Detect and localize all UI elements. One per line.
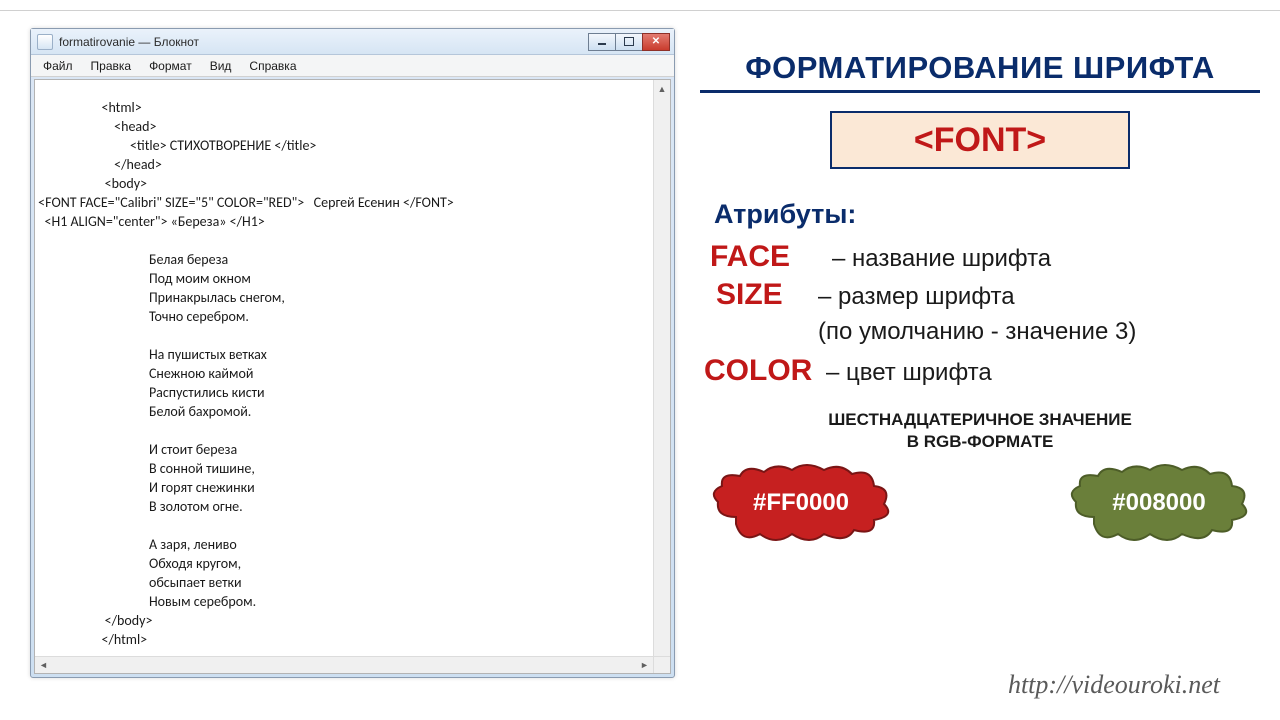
font-tag-box: <FONT> <box>830 111 1130 169</box>
attr-face-name: FACE <box>710 240 820 274</box>
menu-file[interactable]: Файл <box>35 57 81 75</box>
attr-color-name: COLOR <box>704 354 814 388</box>
cloud-red: #FF0000 <box>706 462 896 544</box>
close-button[interactable] <box>642 33 670 51</box>
attr-face-desc: – название шрифта <box>832 245 1051 273</box>
vertical-scrollbar[interactable]: ▲ <box>653 80 670 656</box>
maximize-button[interactable] <box>615 33 643 51</box>
menu-bar: Файл Правка Формат Вид Справка <box>31 55 674 77</box>
menu-view[interactable]: Вид <box>202 57 240 75</box>
menu-edit[interactable]: Правка <box>83 57 140 75</box>
attributes-title: Атрибуты: <box>714 199 1260 230</box>
horizontal-scrollbar[interactable]: ◄ ► <box>35 656 653 673</box>
minimize-button[interactable] <box>588 33 616 51</box>
right-panel: ФОРМАТИРОВАНИЕ ШРИФТА <FONT> Атрибуты: F… <box>700 50 1260 544</box>
notepad-window: formatirovanie — Блокнот Файл Правка Фор… <box>30 28 675 678</box>
menu-format[interactable]: Формат <box>141 57 200 75</box>
attr-size-row: SIZE – размер шрифта <box>716 278 1260 312</box>
scroll-right-icon[interactable]: ► <box>636 657 653 673</box>
menu-help[interactable]: Справка <box>241 57 304 75</box>
color-clouds: #FF0000 #008000 <box>700 462 1260 544</box>
attr-size-name: SIZE <box>716 278 806 312</box>
hex-title-1: ШЕСТНАДЦАТЕРИЧНОЕ ЗНАЧЕНИЕ <box>700 410 1260 430</box>
scroll-up-icon[interactable]: ▲ <box>654 80 670 97</box>
footer-url: http://videouroki.net <box>1008 670 1220 700</box>
cloud-green: #008000 <box>1064 462 1254 544</box>
heading-underline <box>700 90 1260 93</box>
editor-text[interactable]: <html> <head> <title> СТИХОТВОРЕНИЕ </ti… <box>35 80 653 656</box>
attr-size-desc: – размер шрифта <box>818 283 1015 311</box>
attr-face-row: FACE – название шрифта <box>710 240 1260 274</box>
attr-color-desc: – цвет шрифта <box>826 359 992 387</box>
scroll-corner <box>653 656 670 673</box>
notepad-icon <box>37 34 53 50</box>
page-heading: ФОРМАТИРОВАНИЕ ШРИФТА <box>700 50 1260 86</box>
scroll-left-icon[interactable]: ◄ <box>35 657 52 673</box>
attr-color-row: COLOR – цвет шрифта <box>704 354 1260 388</box>
title-bar: formatirovanie — Блокнот <box>31 29 674 55</box>
window-title: formatirovanie — Блокнот <box>59 35 589 49</box>
cloud-green-label: #008000 <box>1064 462 1254 544</box>
editor-area: <html> <head> <title> СТИХОТВОРЕНИЕ </ti… <box>34 79 671 674</box>
window-buttons <box>589 33 670 51</box>
cloud-red-label: #FF0000 <box>706 462 896 544</box>
divider-line <box>0 10 1280 11</box>
attr-size-note: (по умолчанию - значение 3) <box>818 318 1260 346</box>
hex-title-2: В RGB-ФОРМАТЕ <box>700 432 1260 452</box>
